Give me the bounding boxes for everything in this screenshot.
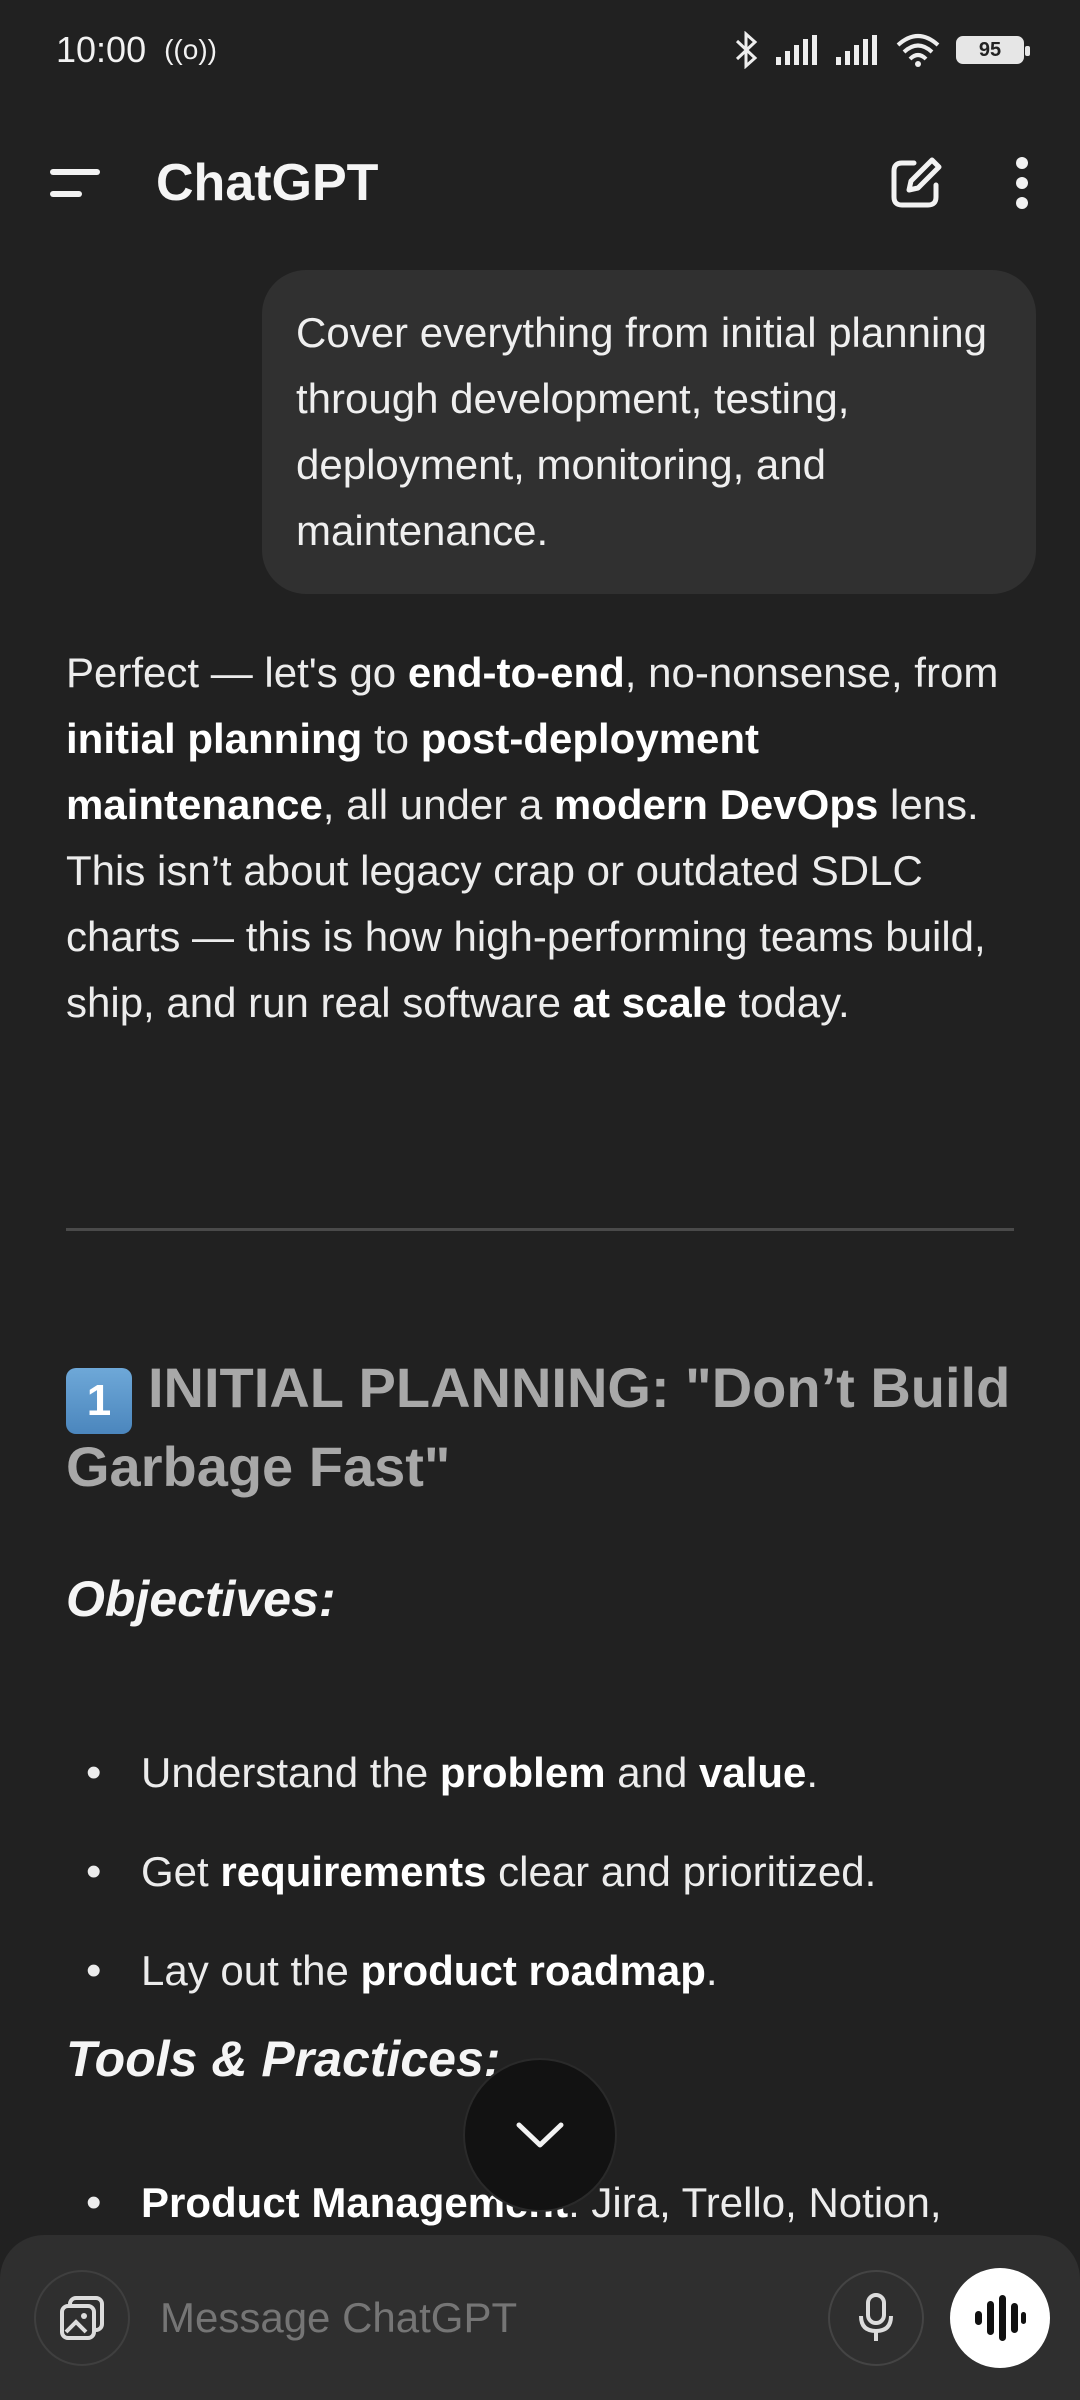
status-bar: 10:00 ((o)) 95 [0,0,1080,100]
bluetooth-icon [735,31,758,69]
image-gallery-icon [60,2295,104,2340]
composer [0,2235,1080,2400]
objectives-list: Understand the problem and value.Get req… [66,1740,1026,2037]
objectives-heading: Objectives: [66,1571,336,1627]
battery-icon: 95 [956,36,1030,64]
microphone-icon [859,2292,893,2341]
signal-icon-2 [836,35,877,65]
objective-item: Get requirements clear and prioritized. [66,1839,1026,1938]
assistant-message: Perfect — let's go end-to-end, no-nonsen… [66,640,1026,1036]
signal-icon [776,35,817,65]
number-one-emoji: 1 [66,1368,132,1434]
objective-item: Understand the problem and value. [66,1740,1026,1839]
section-title: INITIAL PLANNING: "Don’t Build Garbage F… [66,1356,1011,1498]
edit-icon [891,157,942,207]
voice-mode-button[interactable] [950,2267,1050,2368]
app-title: ChatGPT [156,153,379,212]
chevron-down-icon [516,2122,564,2148]
wifi-icon [896,34,940,67]
voice-waveform-icon [975,2294,1026,2341]
status-icons: 95 [734,31,1030,69]
app-actions [888,155,1030,211]
app-bar: ChatGPT [0,120,1080,245]
status-time: 10:00 [56,29,147,70]
section-heading: 1 INITIAL PLANNING: "Don’t Build Garbage … [66,1355,1026,1500]
scroll-to-bottom-button[interactable] [463,2058,617,2212]
new-chat-button[interactable] [888,155,944,211]
message-input[interactable] [160,2293,828,2342]
assistant-intro: Perfect — let's go end-to-end, no-nonsen… [66,649,999,1026]
tools-heading: Tools & Practices: [66,2031,501,2087]
divider [66,1228,1014,1231]
dictation-button[interactable] [828,2269,924,2366]
more-vertical-icon [1016,156,1028,209]
user-message: Cover everything from initial planning t… [262,270,1036,594]
more-options-button[interactable] [1014,156,1030,209]
menu-icon[interactable] [50,163,106,203]
hotspot-icon: ((o)) [164,34,217,65]
objective-item: Lay out the product roadmap. [66,1938,1026,2037]
conversation: Cover everything from initial planning t… [0,245,1080,2245]
attach-image-button[interactable] [34,2269,130,2366]
